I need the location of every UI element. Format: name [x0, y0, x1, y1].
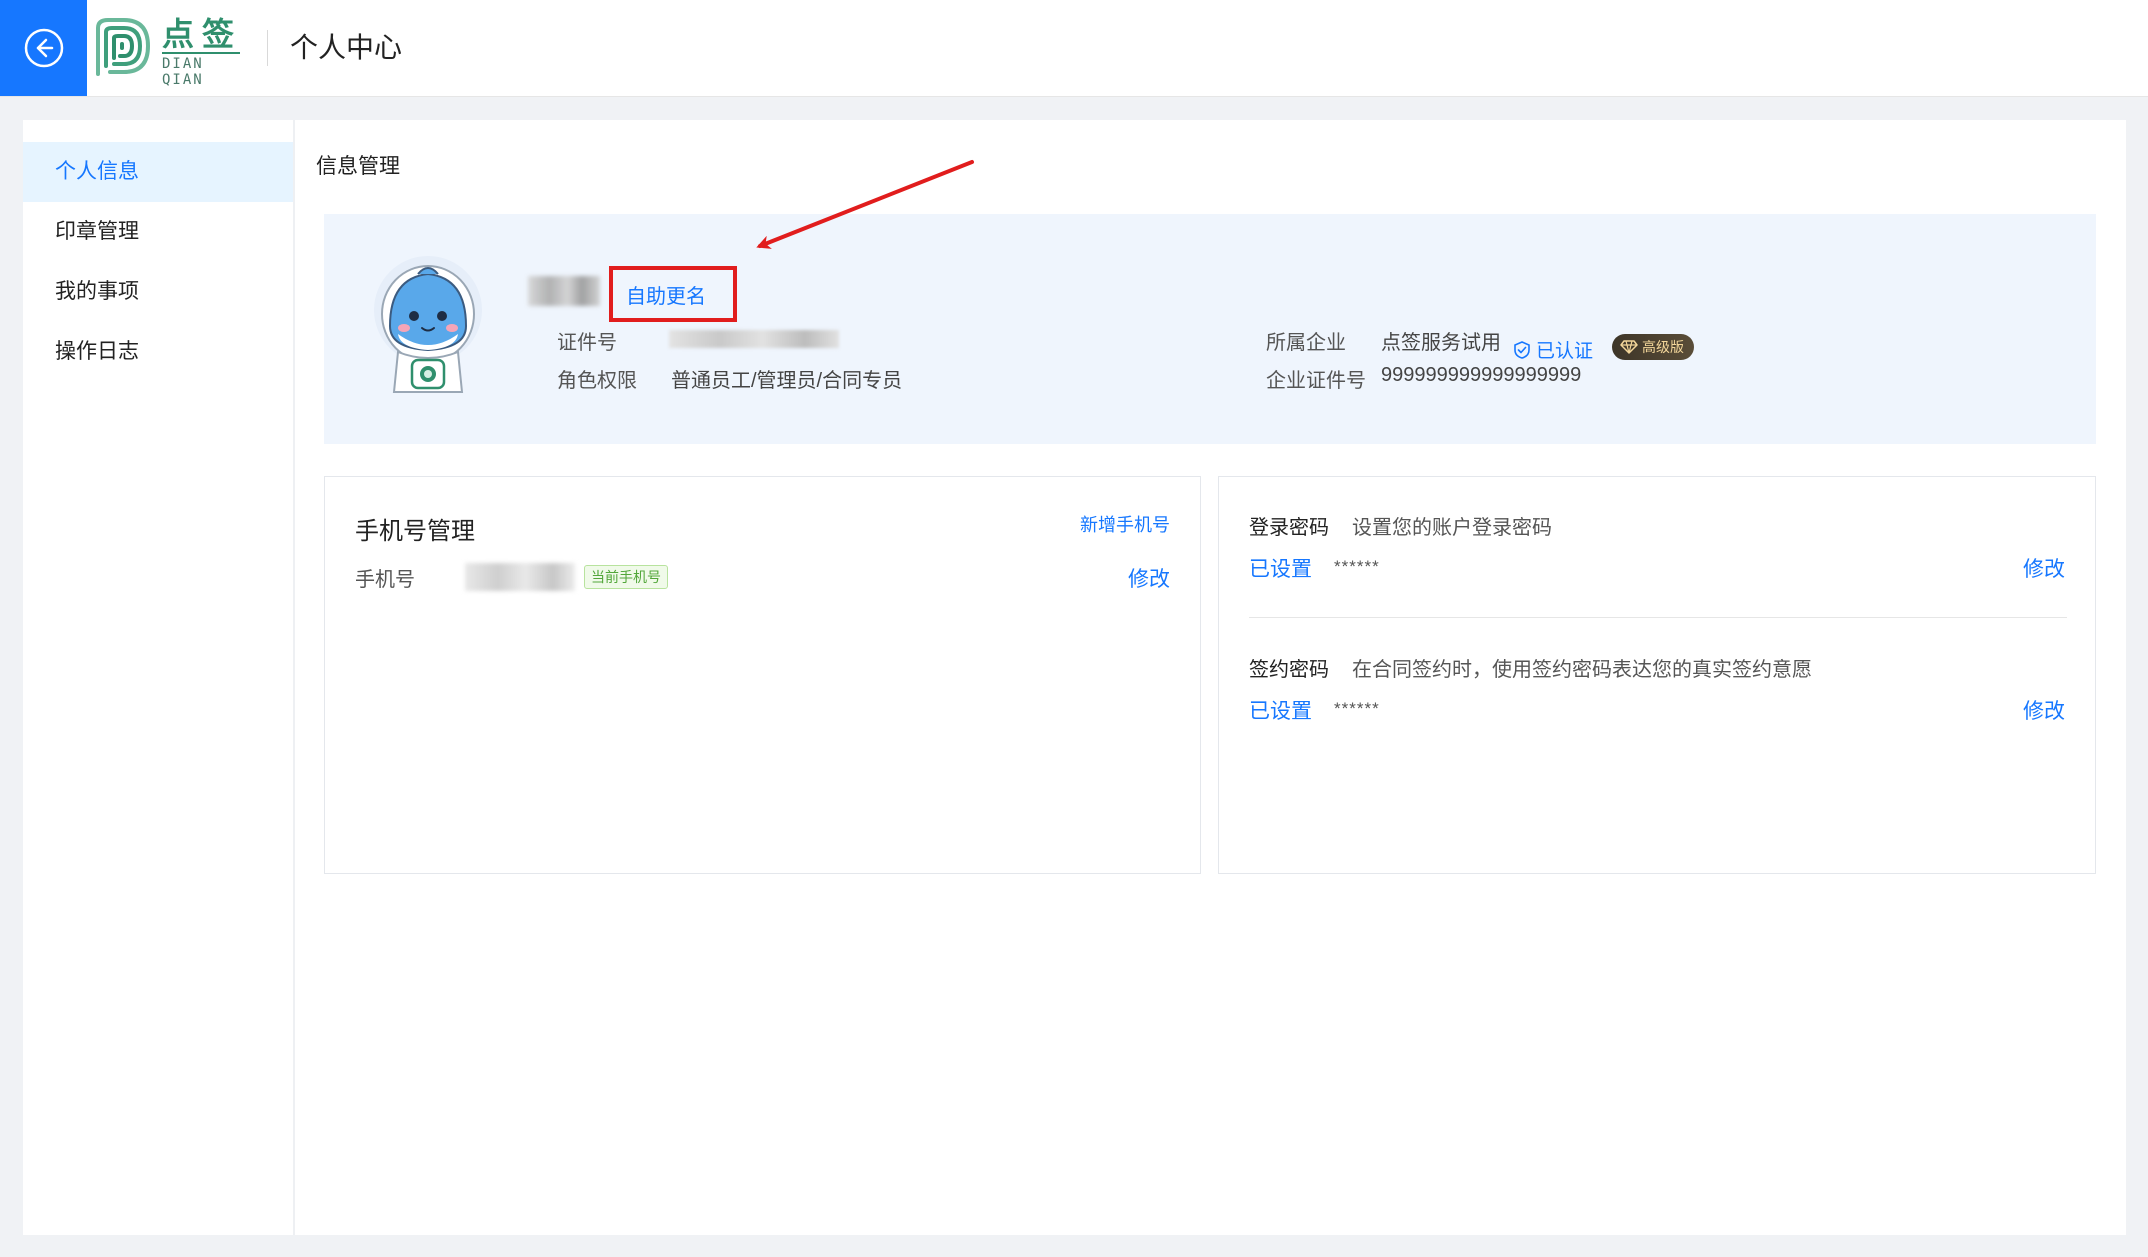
sign-password-title: 签约密码	[1249, 659, 1329, 681]
premium-badge: 高级版	[1612, 334, 1694, 360]
premium-label: 高级版	[1642, 339, 1684, 355]
login-password-mask: ******	[1334, 557, 1380, 576]
back-arrow-icon	[24, 28, 63, 68]
brand-logo: 点签 DIAN QIAN	[88, 12, 248, 88]
sidebar-item-profile[interactable]: 个人信息	[23, 142, 293, 202]
login-password-title: 登录密码	[1249, 517, 1329, 539]
id-number-redacted	[669, 330, 839, 348]
phone-number-redacted	[465, 563, 575, 591]
company-label: 所属企业	[1266, 332, 1346, 354]
role-value: 普通员工/管理员/合同专员	[671, 370, 903, 392]
self-rename-link[interactable]: 自助更名	[626, 280, 706, 309]
top-header: 点签 DIAN QIAN 个人中心	[0, 0, 2148, 97]
sidebar: 个人信息 印章管理 我的事项 操作日志	[23, 120, 295, 1235]
page-title: 个人中心	[290, 32, 403, 63]
phone-card-title: 手机号管理	[355, 518, 475, 545]
shield-check-icon	[1514, 340, 1530, 359]
sidebar-item-logs[interactable]: 操作日志	[23, 322, 293, 382]
company-id-label: 企业证件号	[1266, 370, 1366, 392]
verified-label: 已认证	[1536, 341, 1594, 362]
phone-label: 手机号	[355, 569, 415, 591]
logo-underline	[162, 52, 240, 54]
role-label: 角色权限	[557, 370, 637, 392]
avatar	[374, 256, 482, 393]
section-title: 信息管理	[316, 155, 400, 178]
verified-status: 已认证	[1514, 336, 1593, 363]
main-panel: 个人信息 印章管理 我的事项 操作日志 信息管理 自助更名 证件号 角色权限 普…	[23, 120, 2126, 1235]
id-number-label: 证件号	[557, 332, 617, 354]
login-password-status: 已设置	[1249, 558, 1312, 581]
password-divider	[1249, 617, 2067, 618]
add-phone-button[interactable]: 新增手机号	[1080, 511, 1170, 537]
company-value: 点签服务试用	[1381, 332, 1501, 354]
login-password-desc: 设置您的账户登录密码	[1352, 517, 1552, 539]
diamond-icon	[1620, 340, 1638, 354]
sidebar-item-tasks[interactable]: 我的事项	[23, 262, 293, 322]
login-password-edit-button[interactable]: 修改	[2023, 553, 2065, 583]
company-id-value: 999999999999999999	[1381, 364, 1582, 386]
user-name-redacted	[528, 276, 600, 306]
logo-text-cn: 点签	[162, 16, 243, 52]
current-phone-tag: 当前手机号	[584, 565, 668, 589]
header-divider	[267, 30, 268, 66]
profile-card: 自助更名 证件号 角色权限 普通员工/管理员/合同专员 所属企业 点签服务试用 …	[324, 214, 2096, 444]
sidebar-item-seals[interactable]: 印章管理	[23, 202, 293, 262]
sign-password-status: 已设置	[1249, 700, 1312, 723]
sign-password-edit-button[interactable]: 修改	[2023, 695, 2065, 725]
logo-text-en: DIAN QIAN	[162, 56, 204, 88]
sign-password-desc: 在合同签约时，使用签约密码表达您的真实签约意愿	[1352, 659, 1812, 681]
phone-management-card: 手机号管理 新增手机号 手机号 当前手机号 修改	[324, 476, 1201, 874]
fingerprint-logo-icon	[96, 18, 151, 76]
sign-password-mask: ******	[1334, 699, 1380, 718]
phone-edit-button[interactable]: 修改	[1128, 563, 1170, 593]
password-card: 登录密码 设置您的账户登录密码 已设置 ****** 修改 签约密码 在合同签约…	[1218, 476, 2096, 874]
back-button[interactable]	[0, 0, 87, 96]
